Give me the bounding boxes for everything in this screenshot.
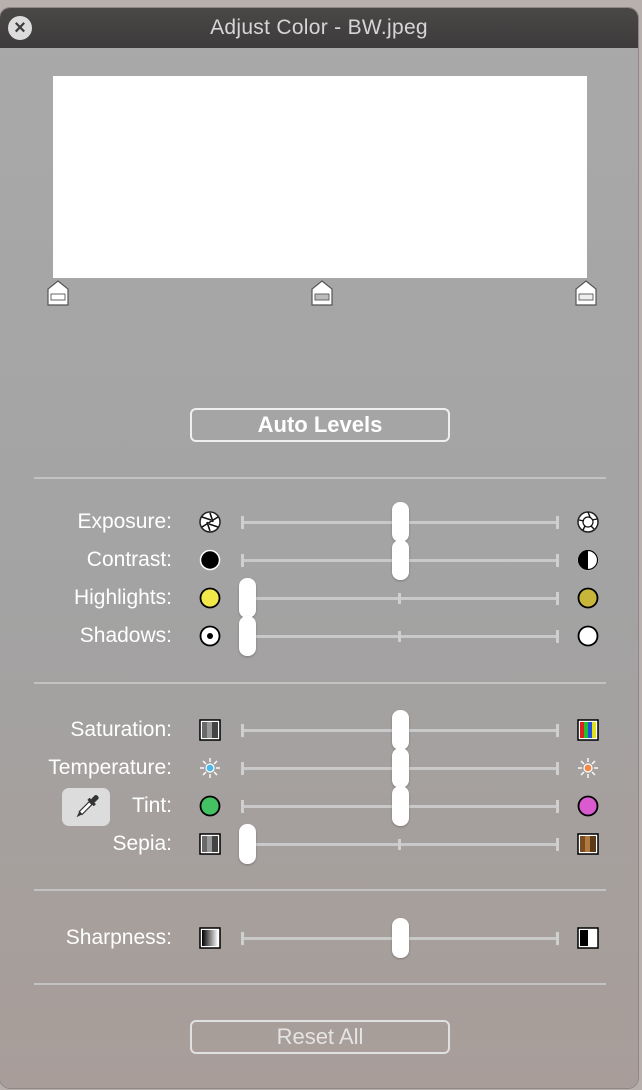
divider [34, 983, 606, 985]
shadows-slider-thumb[interactable] [239, 616, 256, 656]
shadows-row: Shadows: [0, 616, 638, 656]
sepia-tone-icon [577, 833, 599, 855]
contrast-slider-thumb[interactable] [391, 540, 409, 580]
black-circle-icon [199, 549, 221, 571]
divider [34, 682, 606, 684]
sharpness-slider-thumb[interactable] [391, 918, 409, 958]
tint-label: Tint: [131, 794, 172, 817]
sharpness-slider[interactable] [241, 918, 559, 958]
tint-slider[interactable] [241, 786, 559, 826]
shadows-dot-icon [199, 625, 221, 647]
highlights-label: Highlights: [73, 586, 172, 609]
highlights-slider-thumb[interactable] [239, 578, 256, 618]
contrast-slider[interactable] [241, 540, 559, 580]
green-circle-icon [199, 795, 221, 817]
sepia-slider-thumb[interactable] [239, 824, 256, 864]
saturation-slider[interactable] [241, 710, 559, 750]
tint-slider-thumb[interactable] [391, 786, 409, 826]
exposure-slider-thumb[interactable] [391, 502, 409, 542]
sepia-slider[interactable] [239, 824, 559, 864]
midpoint-handle[interactable] [311, 280, 333, 306]
sepia-row: Sepia: [0, 824, 638, 864]
temperature-slider-thumb[interactable] [391, 748, 409, 788]
magenta-circle-icon [577, 795, 599, 817]
saturation-label: Saturation: [70, 718, 172, 741]
exposure-slider[interactable] [241, 502, 559, 542]
warm-sun-icon [578, 758, 598, 778]
sepia-label: Sepia: [112, 832, 172, 855]
title-bar: × Adjust Color - BW.jpeg [0, 8, 638, 48]
cool-sun-icon [200, 758, 220, 778]
temperature-slider[interactable] [241, 748, 559, 788]
saturation-row: Saturation: [0, 710, 638, 750]
sharpness-label: Sharpness: [65, 926, 172, 949]
exposure-label: Exposure: [77, 510, 172, 533]
tint-row: Tint: [0, 786, 638, 826]
saturation-slider-thumb[interactable] [391, 710, 409, 750]
highlights-row: Highlights: [0, 578, 638, 618]
shadows-slider[interactable] [239, 616, 559, 656]
sharpness-row: Sharpness: [0, 918, 638, 958]
shadows-label: Shadows: [79, 624, 172, 647]
sharp-edge-icon [577, 927, 599, 949]
reset-all-button[interactable]: Reset All [190, 1020, 450, 1054]
window-title: Adjust Color - BW.jpeg [210, 16, 428, 39]
adjust-color-window: × Adjust Color - BW.jpeg Auto Levels Exp… [0, 8, 638, 1088]
levels-histogram [53, 76, 587, 278]
aperture-closed-icon [199, 511, 221, 533]
aperture-open-icon [577, 511, 599, 533]
exposure-row: Exposure: [0, 502, 638, 542]
white-circle-icon [577, 625, 599, 647]
black-point-handle[interactable] [47, 280, 69, 306]
divider [34, 889, 606, 891]
sepia-gray-icon [199, 833, 221, 855]
soft-edge-icon [199, 927, 221, 949]
contrast-label: Contrast: [86, 548, 172, 571]
contrast-row: Contrast: [0, 540, 638, 580]
auto-levels-button[interactable]: Auto Levels [190, 408, 450, 442]
temperature-label: Temperature: [48, 756, 172, 779]
white-point-handle[interactable] [575, 280, 597, 306]
divider [34, 477, 606, 479]
saturation-gray-icon [199, 719, 221, 741]
saturation-color-icon [577, 719, 599, 741]
half-contrast-icon [577, 549, 599, 571]
highlights-high-icon [577, 587, 599, 609]
highlights-slider[interactable] [239, 578, 559, 618]
temperature-row: Temperature: [0, 748, 638, 788]
highlights-low-icon [199, 587, 221, 609]
